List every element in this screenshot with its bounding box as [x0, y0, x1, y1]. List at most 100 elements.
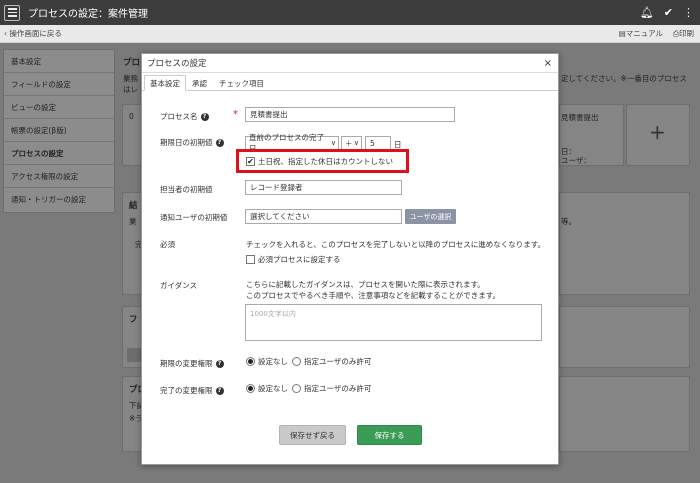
chevron-down-icon: ∨	[353, 139, 359, 147]
notify-users-label: 通知ユーザの初期値	[160, 212, 227, 223]
required-mark: *	[233, 109, 238, 120]
due-change-permission-label-text: 期限の変更権限	[160, 359, 213, 368]
tab-approval[interactable]: 承認	[186, 75, 213, 90]
notify-users-label-text: 通知ユーザの初期値	[160, 213, 228, 222]
help-icon[interactable]: ?	[200, 112, 209, 121]
help-icon[interactable]: ?	[215, 386, 224, 395]
due-change-radio-users[interactable]: 指定ユーザのみ許可	[292, 356, 371, 367]
guidance-description-2: このプロセスでやるべき手順や、注意事項などを記載することができます。	[246, 291, 501, 300]
due-date-operator-select[interactable]: ＋ ∨	[341, 136, 362, 150]
bg-heading: プロ	[123, 58, 141, 68]
radio-selected-icon[interactable]	[246, 357, 255, 366]
bg-text: 0	[129, 112, 134, 121]
required-label: 必須	[160, 239, 175, 250]
bg-text: 等。	[561, 217, 576, 226]
process-name-label-text: プロセス名	[160, 112, 198, 121]
help-icon[interactable]: ?	[215, 359, 224, 368]
notify-users-input[interactable]: 選択してください	[245, 209, 402, 224]
process-name-input[interactable]: 見積書提出	[245, 107, 455, 122]
back-link[interactable]: ‹ 操作画面に戻る	[4, 28, 62, 39]
save-button[interactable]: 保存する	[357, 425, 422, 445]
sidebar-item-views[interactable]: ビューの設定	[4, 96, 114, 119]
guidance-textarea[interactable]: 1000文字以内	[245, 304, 542, 341]
required-label-text: 必須	[160, 240, 175, 249]
sidebar-item-forms[interactable]: 帳票の設定(β版)	[4, 119, 114, 142]
bg-heading: フ	[129, 315, 138, 325]
tab-basic[interactable]: 基本設定	[144, 75, 186, 91]
more-icon[interactable]: ⋮	[683, 6, 694, 19]
help-icon[interactable]: ?	[215, 138, 224, 147]
required-process-label: 必須プロセスに設定する	[258, 255, 341, 264]
sidebar-item-process[interactable]: プロセスの設定	[4, 142, 114, 165]
manual-link[interactable]: ▤マニュアル	[619, 28, 663, 39]
radio-unselected-icon[interactable]	[292, 357, 301, 366]
guidance-description-1: こちらに記載したガイダンスは、プロセスを開いた際に表示されます。	[246, 280, 485, 289]
complete-change-users-label: 指定ユーザのみ許可	[304, 384, 372, 393]
dialog-tabs: 基本設定 承認 チェック項目	[142, 75, 558, 91]
assignee-input[interactable]: レコード登録者	[245, 180, 402, 195]
due-date-label: 期限日の初期値 ?	[160, 137, 224, 148]
cancel-button[interactable]: 保存せず戻る	[279, 425, 346, 445]
due-date-base-select[interactable]: 直前のプロセスの完了日 ∨	[245, 133, 339, 153]
dialog-header: プロセスの設定 ×	[142, 54, 558, 73]
skip-holidays-label: 土日祝、指定した休日はカウントしない	[258, 157, 393, 166]
due-date-label-text: 期限日の初期値	[160, 138, 213, 147]
bg-section	[559, 306, 690, 368]
due-change-users-label: 指定ユーザのみ許可	[304, 357, 372, 366]
complete-change-radio-none[interactable]: 設定なし	[246, 383, 288, 394]
book-icon: ▤	[618, 29, 626, 38]
due-change-none-label: 設定なし	[258, 357, 288, 366]
bell-icon[interactable]: 🔔︎	[640, 6, 654, 19]
back-link-label: 操作画面に戻る	[9, 29, 62, 38]
due-change-radio-none[interactable]: 設定なし	[246, 356, 288, 367]
sidebar-item-notification[interactable]: 通知・トリガーの設定	[4, 188, 114, 211]
radio-unselected-icon[interactable]	[292, 384, 301, 393]
assignee-label: 担当者の初期値	[160, 184, 213, 195]
complete-change-radio-users[interactable]: 指定ユーザのみ許可	[292, 383, 371, 394]
bg-text: 業	[129, 217, 137, 226]
process-name-label: プロセス名 ?	[160, 111, 209, 122]
sidebar-item-access[interactable]: アクセス権限の設定	[4, 165, 114, 188]
bg-section	[559, 376, 690, 452]
complete-change-none-label: 設定なし	[258, 384, 288, 393]
complete-change-permission-label-text: 完了の変更権限	[160, 386, 213, 395]
guidance-label: ガイダンス	[160, 280, 197, 291]
top-bar: プロセスの設定：案件管理 🔔︎ ✔ ⋮	[0, 0, 700, 25]
skip-holidays-checkbox[interactable]: ✔ 土日祝、指定した休日はカウントしない	[246, 156, 393, 167]
complete-change-permission-label: 完了の変更権限 ?	[160, 385, 224, 396]
assignee-label-text: 担当者の初期値	[160, 185, 213, 194]
bg-text: 業務	[123, 74, 138, 83]
bg-text: 定してください。※一番目のプロセス	[561, 74, 687, 83]
menu-icon[interactable]	[4, 4, 20, 21]
close-icon[interactable]: ×	[544, 58, 552, 69]
tab-check-items[interactable]: チェック項目	[213, 75, 270, 90]
required-description: チェックを入れると、このプロセスを完了しないと以降のプロセスに進めなくなります。	[246, 240, 545, 249]
bg-heading: 結	[129, 201, 138, 211]
bg-section	[559, 192, 690, 295]
bg-button	[127, 348, 142, 362]
guidance-label-text: ガイダンス	[160, 281, 198, 290]
plus-icon: +	[649, 120, 666, 144]
bg-text: ユーザ：	[561, 156, 591, 165]
checkbox-unchecked-icon[interactable]	[246, 255, 255, 264]
sidebar-item-basic[interactable]: 基本設定	[4, 50, 114, 73]
due-date-days-input[interactable]: 5	[365, 136, 391, 150]
print-label: 印刷	[679, 29, 694, 38]
checkmark-icon[interactable]: ✔	[664, 6, 673, 19]
radio-selected-icon[interactable]	[246, 384, 255, 393]
app-title: プロセスの設定：案件管理	[28, 9, 148, 20]
due-date-operator-value: ＋	[345, 138, 353, 148]
print-link[interactable]: ⎙印刷	[673, 28, 694, 39]
bg-card-title: 見積書提出	[561, 113, 599, 122]
manual-label: マニュアル	[625, 29, 663, 38]
sidebar-item-fields[interactable]: フィールドの設定	[4, 73, 114, 96]
process-settings-dialog: プロセスの設定 × 基本設定 承認 チェック項目 プロセス名 ? * 見積書提出…	[141, 53, 559, 465]
sidebar: 基本設定 フィールドの設定 ビューの設定 帳票の設定(β版) プロセスの設定 ア…	[3, 49, 115, 213]
due-change-permission-label: 期限の変更権限 ?	[160, 358, 224, 369]
required-process-checkbox[interactable]: 必須プロセスに設定する	[246, 254, 341, 265]
dialog-title: プロセスの設定	[147, 59, 207, 69]
checkbox-checked-icon[interactable]: ✔	[246, 157, 255, 166]
chevron-down-icon: ∨	[330, 139, 336, 147]
sub-bar: ‹ 操作画面に戻る ▤マニュアル ⎙印刷	[0, 25, 700, 43]
select-users-button[interactable]: ユーザの選択	[405, 209, 456, 224]
